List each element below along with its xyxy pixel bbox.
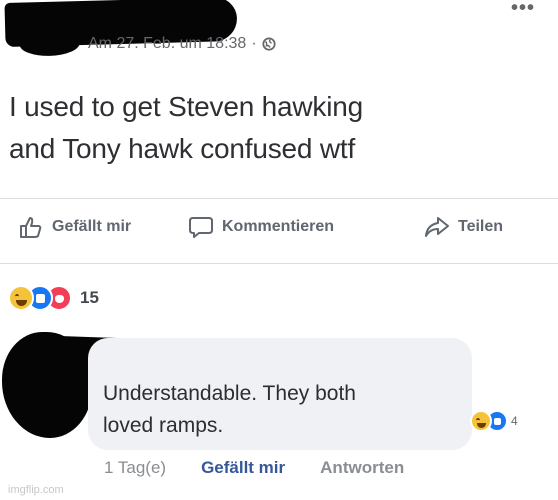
comment-text-line: Understandable. They both (103, 382, 356, 405)
share-label: Teilen (458, 218, 504, 235)
divider (0, 198, 558, 199)
facebook-post: ••• Am 27. Feb. um 18:38 · I used to get… (0, 0, 558, 500)
post-meta: Am 27. Feb. um 18:38 · (88, 35, 276, 53)
more-options-button[interactable]: ••• (511, 0, 535, 18)
post-text-line: and Tony hawk confused wtf (9, 133, 356, 164)
comment-time-link[interactable]: 1 Tag(e) (104, 458, 166, 478)
share-button[interactable]: Teilen (424, 214, 503, 240)
speech-bubble-icon (189, 217, 213, 238)
comment-text-line: loved ramps. (103, 414, 224, 437)
meta-separator: · (251, 35, 257, 52)
redacted-commenter-avatar (2, 332, 92, 438)
comment-reply-link[interactable]: Antworten (320, 458, 404, 478)
comment-like-link[interactable]: Gefällt mir (201, 458, 285, 478)
comment-text: Understandable. They both loved ramps. (103, 378, 463, 442)
thumbs-up-icon (20, 217, 42, 238)
comment-actions: 1 Tag(e) Gefällt mir Antworten (104, 458, 404, 478)
like-label: Gefällt mir (52, 218, 132, 235)
reaction-count: 15 (80, 288, 99, 307)
haha-reaction-icon (8, 285, 34, 311)
haha-reaction-icon (470, 410, 492, 432)
share-arrow-icon (425, 217, 449, 237)
post-text: I used to get Steven hawking and Tony ha… (9, 86, 549, 170)
comment-reaction-count: 4 (511, 414, 518, 428)
comment-button[interactable]: Kommentieren (188, 214, 334, 240)
comment-reaction-summary[interactable]: 4 (470, 410, 518, 432)
divider (0, 263, 558, 264)
post-text-line: I used to get Steven hawking (9, 91, 363, 122)
post-timestamp[interactable]: Am 27. Feb. um 18:38 (88, 35, 246, 53)
watermark: imgflip.com (8, 484, 64, 496)
globe-icon (262, 37, 276, 51)
reaction-summary[interactable]: 15 (8, 285, 99, 311)
like-button[interactable]: Gefällt mir (18, 214, 131, 240)
comment-label: Kommentieren (222, 218, 335, 235)
